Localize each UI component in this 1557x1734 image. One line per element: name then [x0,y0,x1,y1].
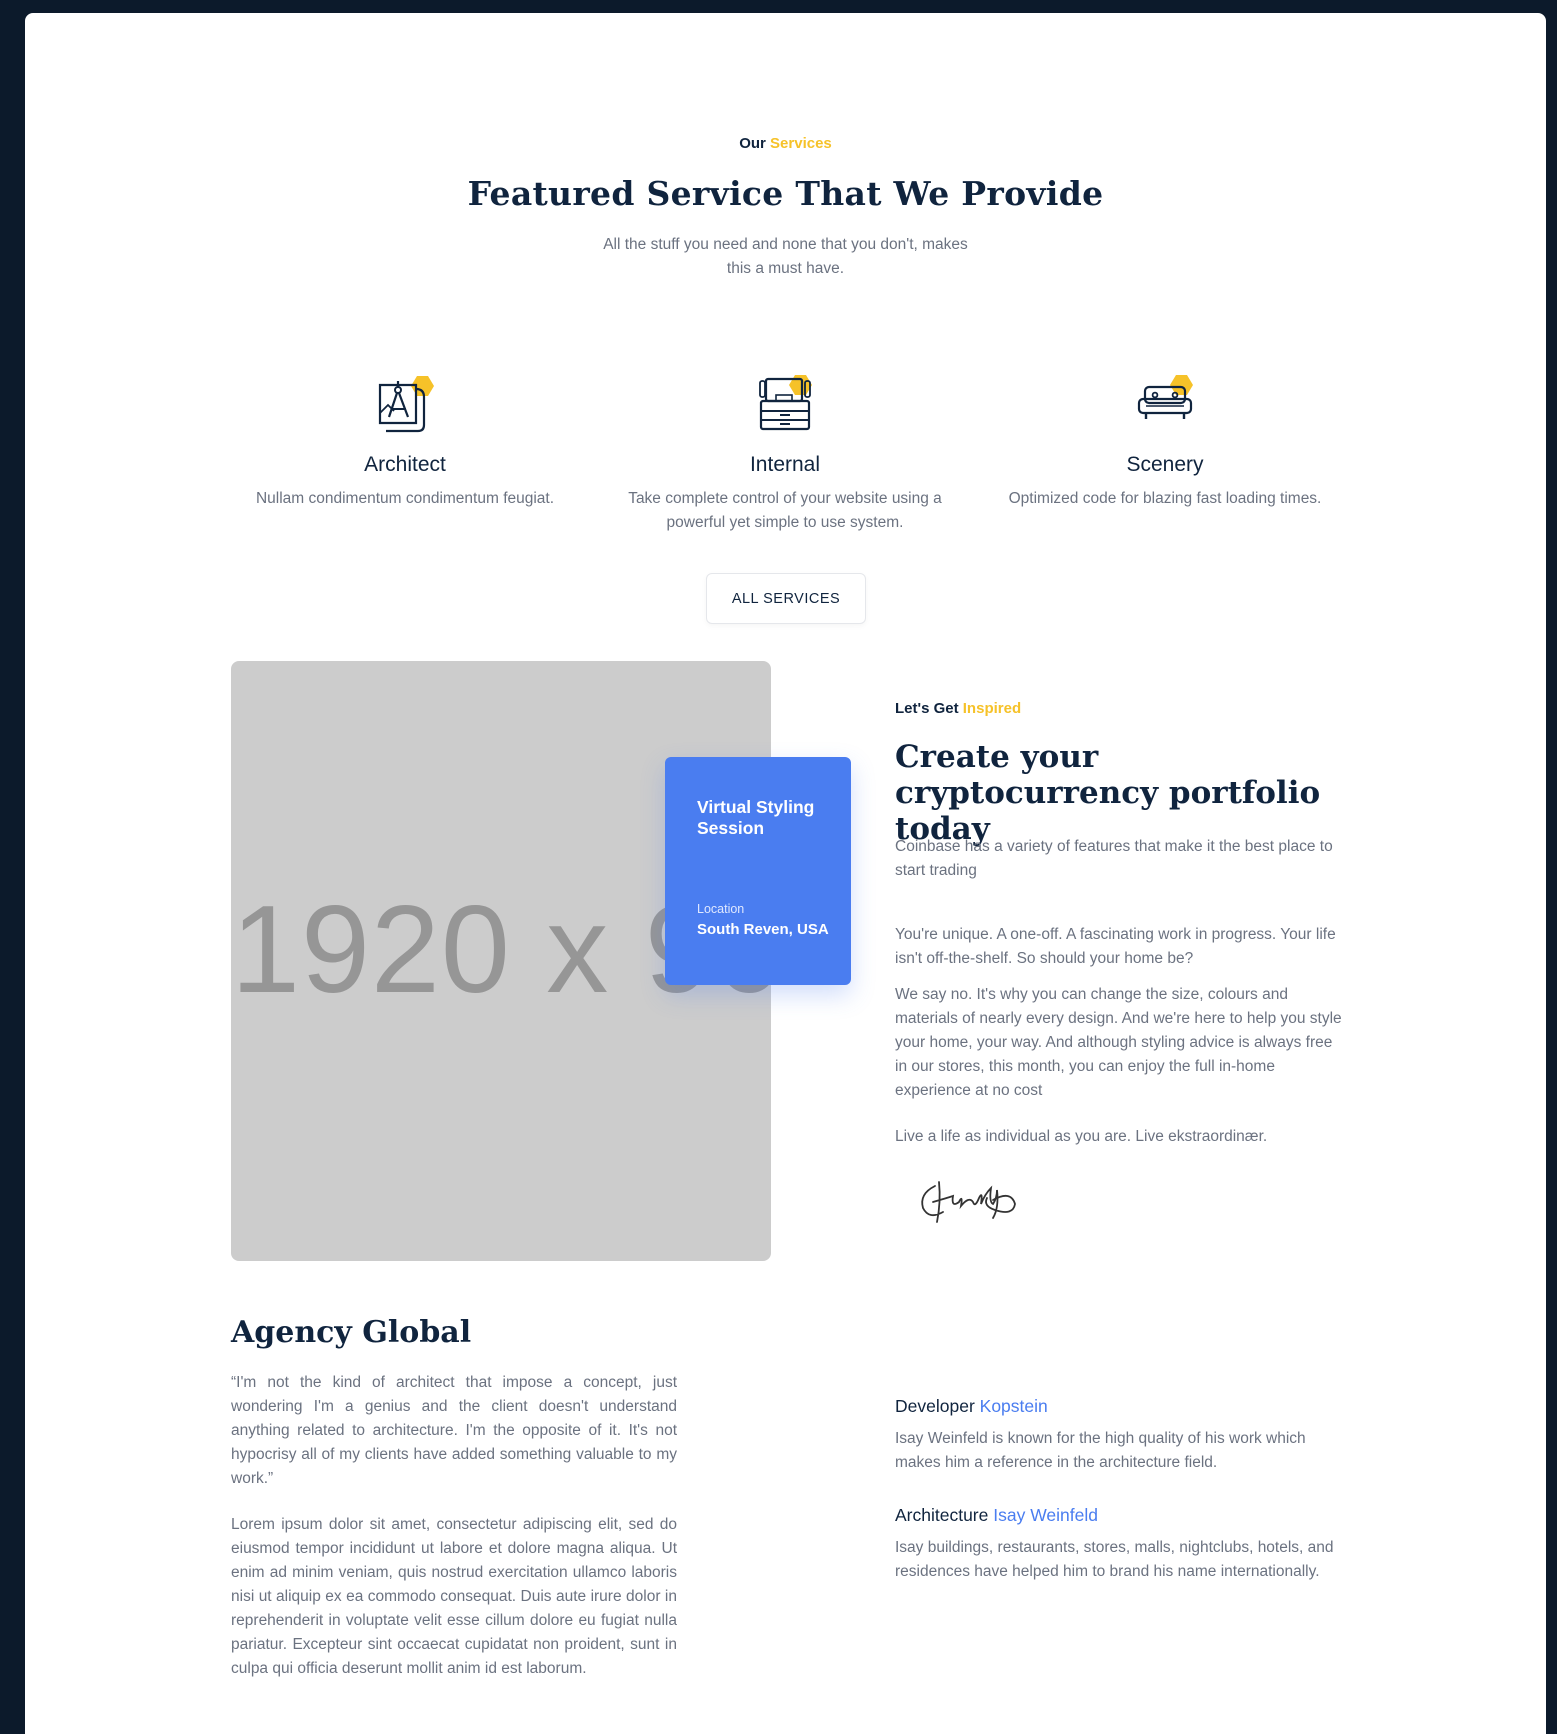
architecture-heading: Architecture Isay Weinfeld [895,1505,1098,1526]
developer-name-link[interactable]: Kopstein [980,1396,1048,1416]
services-lead-line1: All the stuff you need and none that you… [603,236,968,253]
service-title: Internal [749,453,821,476]
service-desc: Take complete control of your website us… [628,490,942,531]
page-container: Our Services Featured Service That We Pr… [25,13,1546,1734]
agency-quote: “I'm not the kind of architect that impo… [231,1374,677,1487]
inspired-eyebrow-prefix: Let's Get [895,700,959,717]
agency-body: Lorem ipsum dolor sit amet, consectetur … [231,1516,677,1677]
card-location-label: Location [697,902,745,916]
services-eyebrow: Our Services [25,135,1546,152]
developer-desc: Isay Weinfeld is known for the high qual… [895,1430,1306,1471]
services-lead: All the stuff you need and none that you… [25,233,1546,281]
service-item-internal: Internal Take complete control of your w… [605,373,965,535]
developer-heading: Developer Kopstein [895,1396,1048,1417]
feature-para-3: Live a life as individual as you are. Li… [895,1128,1268,1145]
signature-image [913,1168,1023,1228]
card-title: Virtual Styling Session [697,797,815,838]
feature-intro: Coinbase has a variety of features that … [895,838,1333,879]
feature-para-1: You're unique. A one-off. A fascinating … [895,926,1336,967]
services-title: Featured Service That We Provide [467,174,1104,213]
feature-para-2: We say no. It's why you can change the s… [895,986,1342,1099]
service-item-architect: Architect Nullam condimentum condimentum… [225,373,585,511]
service-title: Architect [364,453,446,476]
architecture-desc: Isay buildings, restaurants, stores, mal… [895,1539,1334,1580]
inspired-eyebrow: Let's Get Inspired [895,700,1021,717]
services-lead-line2: this a must have. [726,260,845,277]
feature-title: Create your cryptocurrency portfolio tod… [895,739,1321,847]
developer-label: Developer [895,1396,975,1416]
agency-title: Agency Global [231,1315,472,1350]
service-title: Scenery [1126,453,1204,476]
service-desc: Nullam condimentum condimentum feugiat. [255,490,555,507]
services-eyebrow-highlight: Services [770,135,832,152]
card-location-value: South Reven, USA [697,921,829,938]
service-desc: Optimized code for blazing fast loading … [1008,490,1322,507]
virtual-styling-card[interactable]: Virtual Styling Session Location South R… [665,757,851,985]
architecture-name-link[interactable]: Isay Weinfeld [993,1505,1098,1525]
inspired-eyebrow-highlight: Inspired [962,700,1022,717]
sofa-icon [1130,373,1200,435]
architect-compass-blueprint-icon [370,373,440,435]
workstation-computer-icon [750,373,820,435]
services-eyebrow-prefix: Our [739,135,766,152]
service-item-scenery: Scenery Optimized code for blazing fast … [985,373,1345,511]
all-services-button[interactable]: ALL SERVICES [706,573,866,624]
architecture-label: Architecture [895,1505,989,1525]
